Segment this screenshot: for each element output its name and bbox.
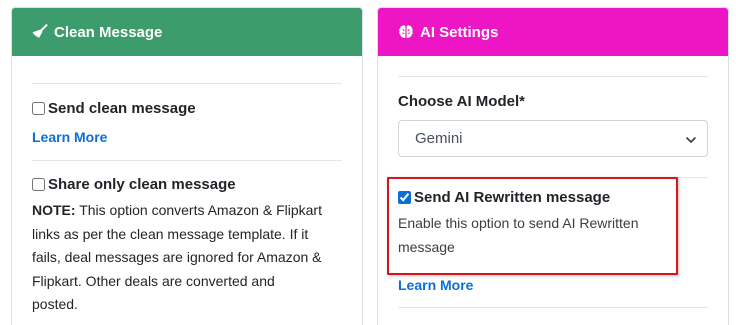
note-line: links as per the clean message template.…: [32, 225, 309, 242]
divider: [398, 76, 708, 77]
clean-message-note: NOTE: This option converts Amazon & Flip…: [32, 199, 342, 317]
clean-message-card: Clean Message Send clean message Learn M…: [11, 7, 363, 325]
clean-message-header: Clean Message: [12, 8, 362, 56]
brain-icon: [398, 24, 414, 40]
send-clean-message-checkbox[interactable]: [32, 102, 45, 115]
chevron-down-icon: [685, 133, 697, 145]
note-line: Flipkart. Other deals are converted and: [32, 272, 275, 289]
ai-model-selected-value: Gemini: [415, 130, 463, 147]
share-only-clean-label: Share only clean message: [48, 176, 236, 193]
ai-settings-title: AI Settings: [420, 23, 499, 41]
ai-model-select[interactable]: Gemini: [398, 120, 708, 157]
divider: [32, 160, 342, 161]
ai-model-label: Choose AI Model*: [398, 93, 525, 110]
share-only-clean-option[interactable]: Share only clean message: [32, 176, 342, 193]
clean-learn-more-link[interactable]: Learn More: [32, 129, 107, 145]
note-prefix: NOTE:: [32, 202, 76, 218]
highlight-box: [387, 177, 678, 275]
ai-learn-more-link[interactable]: Learn More: [398, 277, 473, 293]
divider: [32, 83, 342, 84]
note-line: posted.: [32, 296, 78, 312]
note-line: This option converts Amazon & Flipkart: [75, 202, 322, 218]
divider: [398, 307, 708, 308]
ai-settings-header: AI Settings: [378, 8, 728, 56]
share-only-clean-checkbox[interactable]: [32, 178, 45, 191]
send-clean-message-option[interactable]: Send clean message: [32, 100, 342, 117]
clean-message-title: Clean Message: [54, 23, 163, 41]
ai-settings-card: AI Settings Choose AI Model* Gemini Send…: [377, 7, 729, 325]
note-line: fails, deal messages are ignored for Ama…: [32, 249, 322, 265]
send-clean-message-label: Send clean message: [48, 100, 196, 117]
broom-icon: [32, 24, 48, 40]
